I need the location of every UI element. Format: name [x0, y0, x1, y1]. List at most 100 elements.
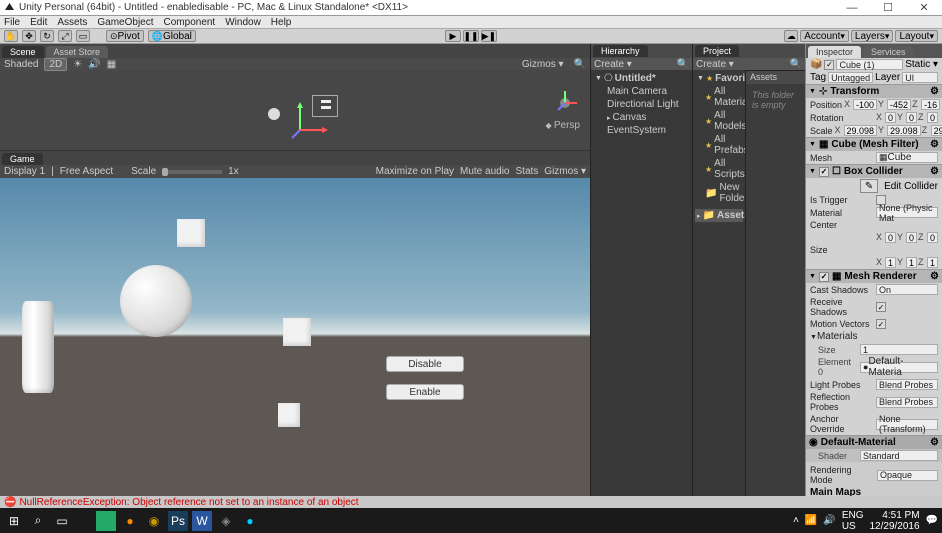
materials-size[interactable]: 1 — [860, 344, 938, 355]
tab-scene[interactable]: Scene — [2, 46, 44, 58]
tab-services[interactable]: Services — [863, 46, 914, 58]
disable-button[interactable]: Disable — [386, 356, 464, 372]
light-probes-dropdown[interactable]: Blend Probes — [876, 379, 938, 390]
word-icon[interactable]: W — [192, 511, 212, 531]
object-name-field[interactable]: Cube (1) — [836, 59, 903, 70]
stats-toggle[interactable]: Stats — [516, 166, 539, 177]
shader-dropdown[interactable]: Standard — [860, 450, 938, 461]
scl-x[interactable]: 29.098 — [844, 125, 878, 136]
notifications-icon[interactable]: 💬 — [926, 515, 938, 526]
fav-item[interactable]: 📁New Folder — [695, 181, 743, 205]
status-error[interactable]: NullReferenceException: Object reference… — [19, 497, 358, 508]
component-menu-icon[interactable]: ⚙ — [930, 86, 939, 97]
gizmos-dropdown[interactable]: Gizmos ▾ — [522, 59, 564, 70]
project-create[interactable]: Create ▾ — [696, 59, 734, 70]
firefox-icon[interactable]: ● — [120, 511, 140, 531]
tray-lang[interactable]: ENGUS — [842, 510, 864, 532]
rect-tool-button[interactable]: ▭ — [76, 30, 90, 42]
edit-collider-button[interactable]: ✎ — [860, 179, 878, 193]
tab-hierarchy[interactable]: Hierarchy — [593, 45, 648, 57]
meshrenderer-header[interactable]: Mesh Renderer — [844, 271, 916, 282]
pos-z[interactable]: -16 — [921, 99, 940, 110]
lighting-icon[interactable]: ☀ — [73, 59, 82, 70]
pan-tool-button[interactable]: ✋ — [4, 30, 18, 42]
rot-z[interactable]: 0 — [927, 112, 938, 123]
menu-assets[interactable]: Assets — [57, 17, 87, 28]
component-menu-icon[interactable]: ⚙ — [930, 166, 939, 177]
cast-shadows-dropdown[interactable]: On — [876, 284, 938, 295]
menu-window[interactable]: Window — [225, 17, 261, 28]
material-header[interactable]: Default-Material — [821, 437, 896, 448]
tab-inspector[interactable]: Inspector — [808, 46, 861, 58]
global-toggle[interactable]: 🌐 Global — [148, 30, 196, 42]
tab-asset-store[interactable]: Asset Store — [46, 46, 109, 58]
fav-item[interactable]: ★All Scripts — [695, 157, 743, 181]
assets-folder[interactable]: ▸📁Assets — [695, 209, 743, 222]
maximize-button[interactable]: ☐ — [874, 1, 902, 15]
physic-material-field[interactable]: None (Physic Mat — [876, 207, 938, 218]
maximize-on-play[interactable]: Maximize on Play — [376, 166, 454, 177]
pivot-toggle[interactable]: ⊙ Pivot — [106, 30, 144, 42]
start-button[interactable]: ⊞ — [4, 511, 24, 531]
boxcollider-enable[interactable]: ✓ — [819, 167, 829, 177]
transform-gizmo[interactable] — [290, 100, 330, 140]
rot-y[interactable]: 0 — [906, 112, 917, 123]
hierarchy-item[interactable]: Directional Light — [593, 98, 690, 111]
scl-z[interactable]: 29.098 — [931, 125, 942, 136]
scale-tool-button[interactable]: ⤢ — [58, 30, 72, 42]
receive-shadows-checkbox[interactable]: ✓ — [876, 302, 886, 312]
move-tool-button[interactable]: ✥ — [22, 30, 36, 42]
account-dropdown[interactable]: Account ▾ — [800, 30, 849, 42]
hierarchy-search-icon[interactable]: 🔍 — [677, 59, 689, 70]
tag-dropdown[interactable]: Untagged — [828, 72, 873, 83]
pos-x[interactable]: -100 — [853, 99, 877, 110]
unity-taskbar-icon[interactable]: ◈ — [216, 511, 236, 531]
menu-help[interactable]: Help — [271, 17, 292, 28]
layout-dropdown[interactable]: Layout ▾ — [895, 30, 938, 42]
layer-dropdown[interactable]: UI — [902, 72, 938, 83]
rendering-mode-dropdown[interactable]: Opaque — [877, 470, 938, 481]
tray-chevron-icon[interactable]: ˄ — [793, 515, 799, 526]
hierarchy-create[interactable]: Create ▾ — [594, 59, 632, 70]
active-checkbox[interactable]: ✓ — [824, 60, 834, 70]
meshfilter-header[interactable]: Cube (Mesh Filter) — [831, 139, 918, 150]
hierarchy-item[interactable]: EventSystem — [593, 124, 690, 137]
assets-breadcrumb[interactable]: Assets — [746, 70, 805, 84]
menu-file[interactable]: File — [4, 17, 20, 28]
aspect-dropdown[interactable]: Free Aspect — [60, 166, 113, 177]
hierarchy-list[interactable]: ▼⎔Untitled* Main Camera Directional Ligh… — [591, 70, 692, 496]
hierarchy-item[interactable]: Main Camera — [593, 85, 690, 98]
scene-search-icon[interactable]: 🔍 — [574, 59, 586, 70]
game-gizmos-dropdown[interactable]: Gizmos ▾ — [544, 166, 586, 177]
orientation-gizmo[interactable] — [550, 88, 580, 118]
game-viewport[interactable]: Disable Enable — [0, 178, 590, 496]
menu-gameobject[interactable]: GameObject — [97, 17, 153, 28]
fav-item[interactable]: ★All Models — [695, 109, 743, 133]
static-dropdown[interactable]: Static ▾ — [905, 59, 938, 70]
project-search-icon[interactable]: 🔍 — [790, 59, 802, 70]
scene-root[interactable]: ▼⎔Untitled* — [593, 72, 690, 85]
mute-audio[interactable]: Mute audio — [460, 166, 509, 177]
layers-dropdown[interactable]: Layers ▾ — [851, 30, 894, 42]
mode-2d-toggle[interactable]: 2D — [44, 58, 67, 71]
display-dropdown[interactable]: Display 1 — [4, 166, 45, 177]
mesh-field[interactable]: ▦ Cube — [876, 152, 938, 163]
audio-icon[interactable]: 🔊 — [88, 59, 100, 70]
fav-item[interactable]: ★All Prefabs — [695, 133, 743, 157]
menu-component[interactable]: Component — [164, 17, 216, 28]
pause-button[interactable]: ❚❚ — [463, 30, 479, 42]
tab-project[interactable]: Project — [695, 45, 739, 57]
scl-y[interactable]: 29.098 — [887, 125, 921, 136]
play-button[interactable]: ▶ — [445, 30, 461, 42]
tray-volume-icon[interactable]: 🔊 — [823, 515, 835, 526]
chrome-icon[interactable]: ● — [240, 511, 260, 531]
component-menu-icon[interactable]: ⚙ — [930, 437, 939, 448]
pos-y[interactable]: -452 — [887, 99, 911, 110]
perspective-label[interactable]: ◆ Persp — [546, 120, 581, 131]
tray-clock[interactable]: 4:51 PM12/29/2016 — [869, 510, 919, 532]
scale-slider[interactable] — [162, 170, 222, 174]
taskview-button[interactable]: ▭ — [52, 511, 72, 531]
hierarchy-item[interactable]: ▸Canvas — [593, 111, 690, 124]
menu-edit[interactable]: Edit — [30, 17, 47, 28]
anchor-override-field[interactable]: None (Transform) — [876, 419, 938, 430]
